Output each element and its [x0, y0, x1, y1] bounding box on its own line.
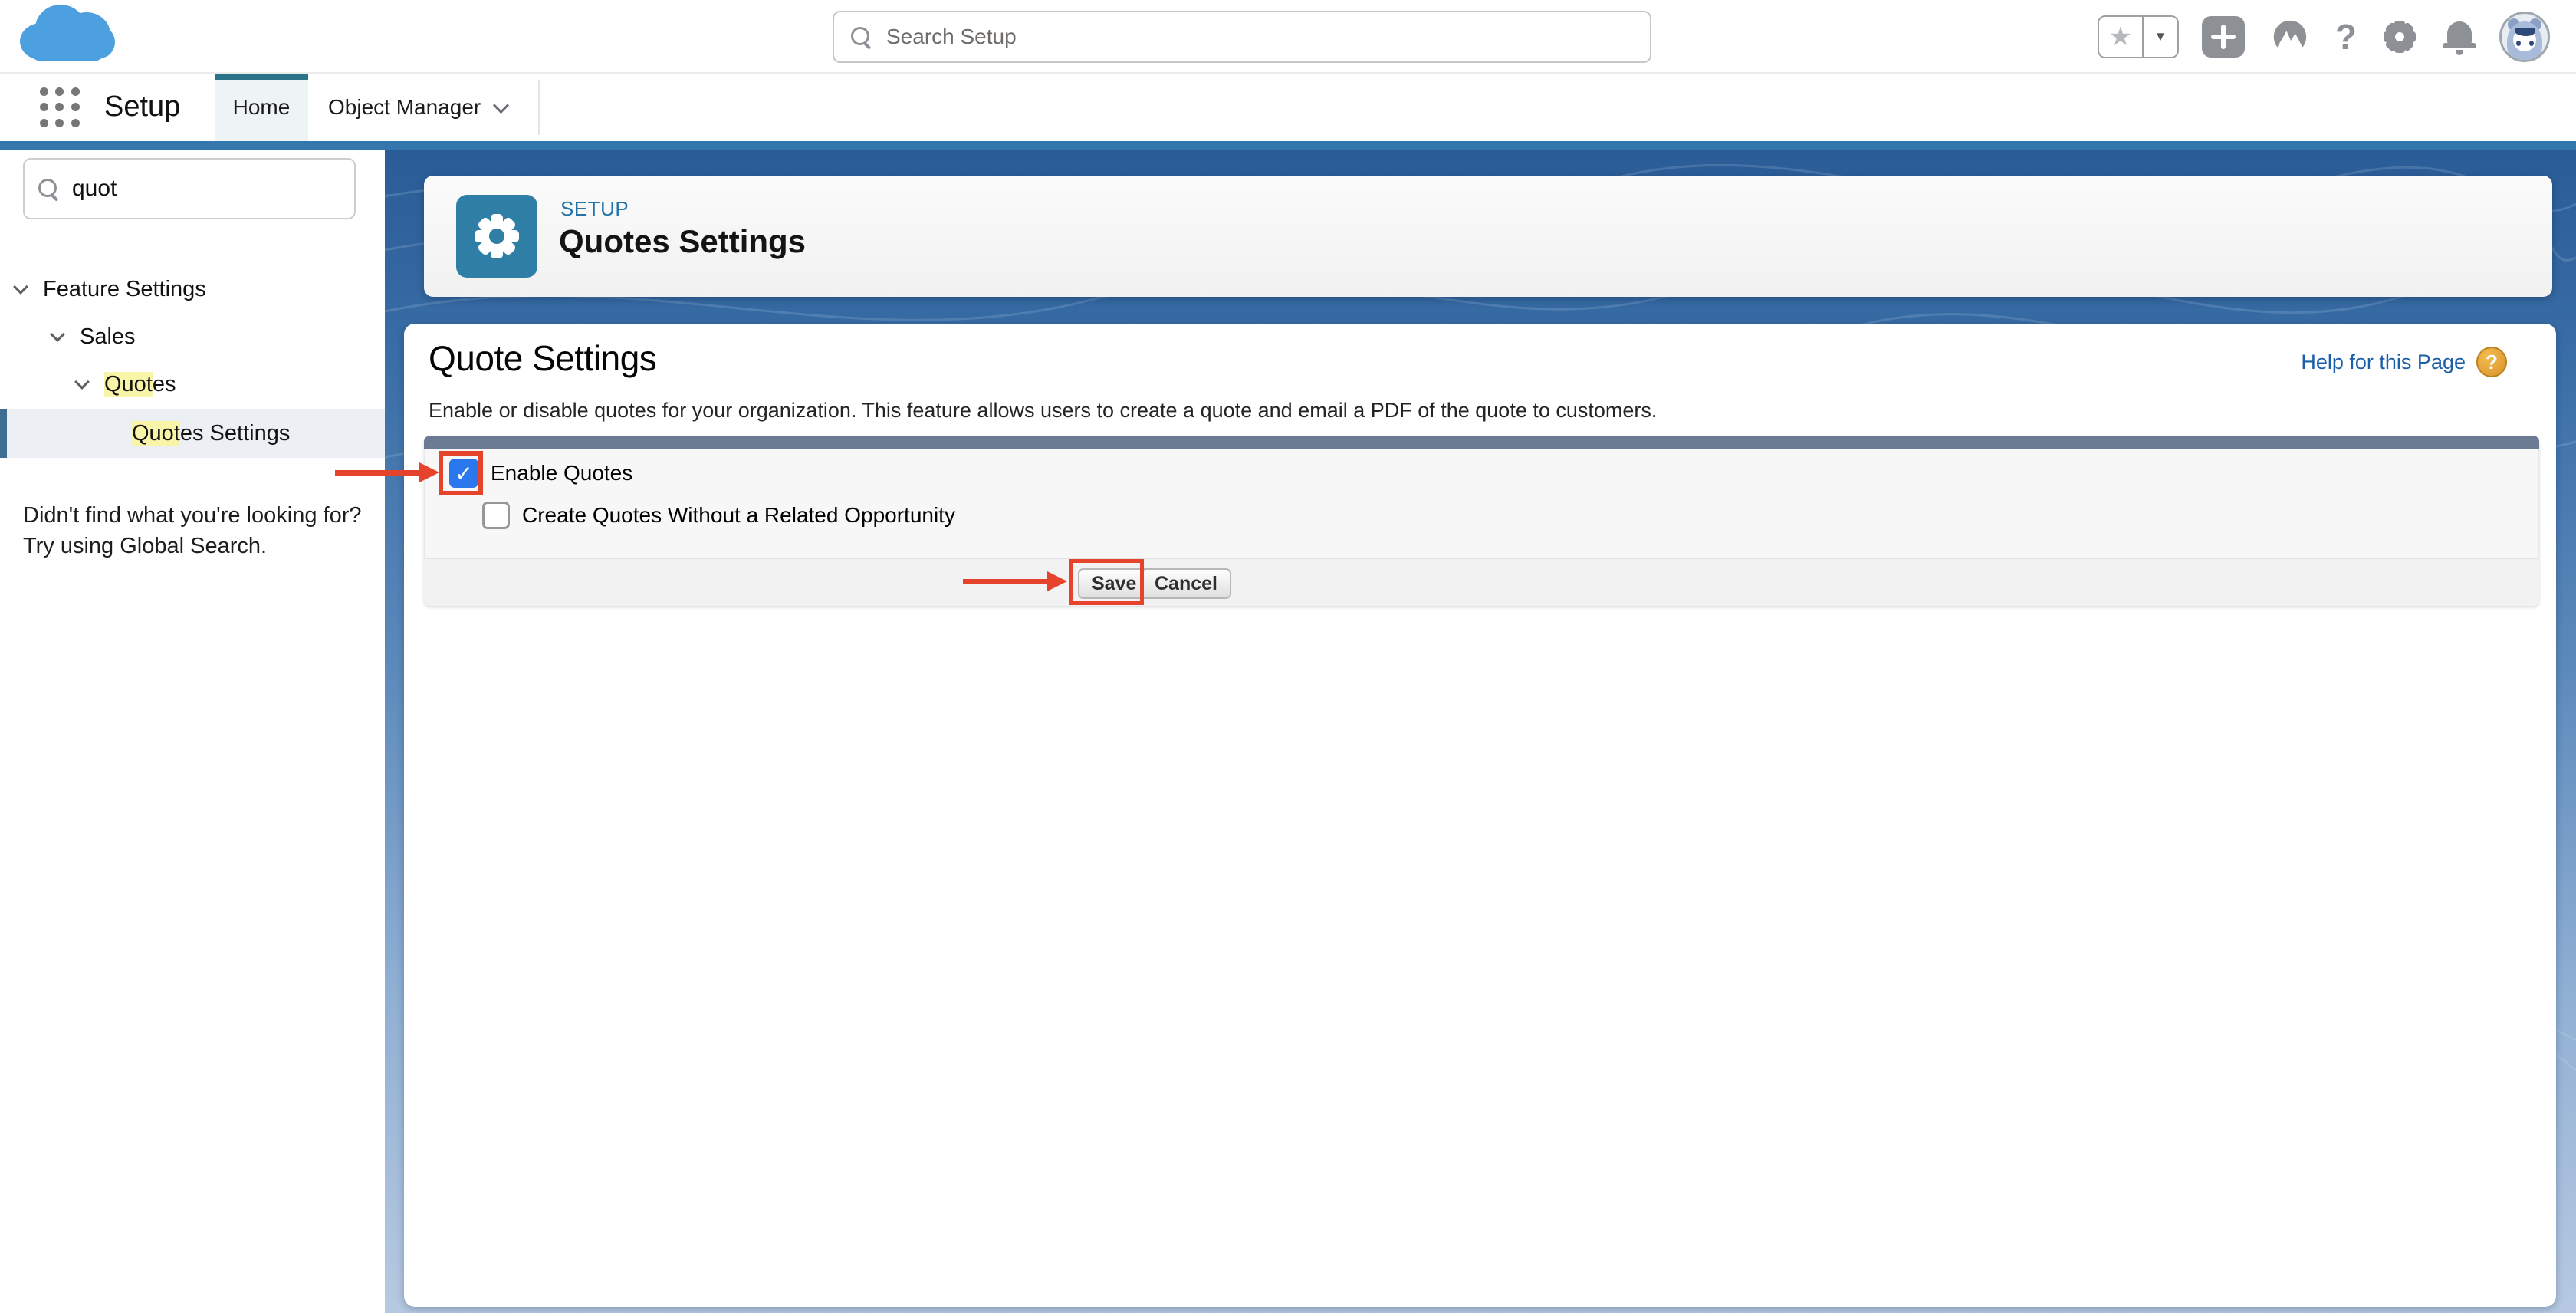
tree-item-sales[interactable]: Sales [0, 313, 385, 360]
setup-gear-icon[interactable] [2380, 17, 2420, 57]
sidebar-not-found-text: Didn't find what you're looking for? Try… [23, 500, 362, 561]
favorites-button[interactable]: ★ ▼ [2098, 15, 2179, 58]
setup-nav-bar: Setup Home Object Manager [0, 74, 2576, 141]
tree-label: Quotes [104, 372, 176, 397]
annotation-box-enable-quotes [439, 451, 483, 495]
search-icon [37, 177, 60, 200]
help-badge-icon[interactable]: ? [2476, 347, 2507, 377]
panel-header-bar [424, 436, 2539, 449]
panel-button-bar: Save Cancel [424, 558, 2539, 606]
tree-label: Sales [80, 324, 136, 350]
content-card: Quote Settings Help for this Page ? Enab… [404, 324, 2556, 1307]
user-avatar[interactable] [2499, 12, 2550, 62]
section-heading: Quote Settings [429, 337, 656, 379]
salesforce-logo [20, 3, 115, 64]
chevron-down-icon[interactable] [74, 374, 90, 390]
section-description: Enable or disable quotes for your organi… [429, 399, 1657, 423]
create-quotes-checkbox[interactable] [482, 502, 510, 529]
app-name-label: Setup [104, 90, 180, 123]
setup-sidebar: Feature Settings Sales Quotes Quotes Set… [0, 150, 385, 1313]
annotation-arrow-enable-quotes [335, 470, 419, 476]
tab-object-manager-label: Object Manager [328, 95, 481, 120]
app-launcher-icon[interactable] [40, 87, 80, 127]
quote-settings-panel: ✓ Enable Quotes Create Quotes Without a … [424, 436, 2539, 606]
global-search-input[interactable] [886, 25, 1635, 49]
page-eyebrow: SETUP [560, 197, 629, 221]
global-header: ★ ▼ ? [0, 0, 2576, 74]
search-icon [849, 25, 872, 48]
nav-divider [538, 80, 540, 135]
create-quotes-label: Create Quotes Without a Related Opportun… [522, 503, 955, 528]
tree-label: Feature Settings [43, 277, 206, 302]
enable-quotes-label: Enable Quotes [491, 461, 632, 485]
annotation-arrow-save [963, 579, 1047, 584]
trailhead-icon[interactable] [2268, 16, 2312, 58]
tree-item-quotes[interactable]: Quotes [0, 360, 385, 408]
tree-label: Quotes Settings [132, 421, 290, 446]
help-for-this-page[interactable]: Help for this Page ? [2301, 347, 2507, 377]
tree-item-feature-settings[interactable]: Feature Settings [0, 265, 385, 313]
sidebar-search-box[interactable] [23, 158, 356, 219]
favorites-caret-icon[interactable]: ▼ [2142, 17, 2177, 57]
annotation-box-save [1069, 559, 1144, 605]
tab-object-manager[interactable]: Object Manager [308, 74, 494, 141]
notifications-bell-icon[interactable] [2443, 17, 2476, 57]
star-icon[interactable]: ★ [2099, 17, 2142, 57]
create-quotes-row: Create Quotes Without a Related Opportun… [482, 502, 955, 529]
page-header-card: SETUP Quotes Settings [424, 176, 2552, 297]
sidebar-search-input[interactable] [72, 176, 368, 202]
tab-home[interactable]: Home [215, 74, 308, 141]
help-link[interactable]: Help for this Page [2301, 350, 2466, 374]
salesforce-setup-app: ★ ▼ ? Setup Home [0, 0, 2576, 1313]
help-icon[interactable]: ? [2335, 16, 2357, 58]
chevron-down-icon[interactable] [13, 279, 28, 295]
header-actions: ★ ▼ ? [2098, 0, 2550, 74]
global-search-box[interactable] [833, 11, 1651, 63]
cancel-button[interactable]: Cancel [1141, 568, 1231, 599]
quick-create-icon[interactable] [2202, 16, 2245, 58]
setup-icon-tile [456, 195, 537, 278]
chevron-down-icon[interactable] [493, 97, 509, 114]
tree-item-quotes-settings[interactable]: Quotes Settings [0, 409, 385, 458]
page-title: Quotes Settings [559, 223, 806, 260]
gear-icon [468, 208, 525, 265]
tab-home-label: Home [233, 95, 291, 120]
chevron-down-icon[interactable] [50, 327, 65, 342]
brand-bar [0, 141, 2576, 150]
